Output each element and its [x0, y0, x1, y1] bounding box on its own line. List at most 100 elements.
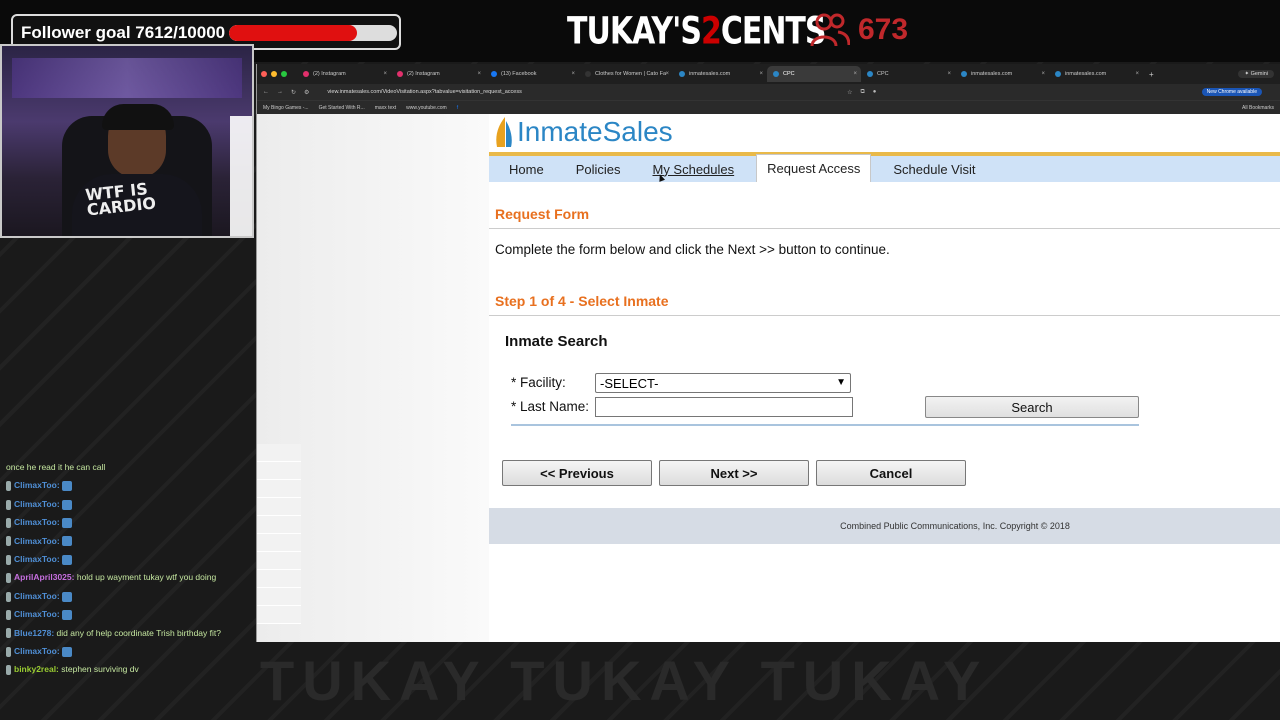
browser-tab[interactable]: (2) Instagram × — [297, 66, 391, 82]
browser-tab[interactable]: (2) Instagram × — [391, 66, 485, 82]
facebook-bookmark-icon[interactable]: f — [457, 105, 458, 111]
bookmarks-bar: My Bingo Games -... Get Started With R..… — [257, 100, 1280, 114]
chat-username[interactable]: ClimaxToo: — [14, 591, 60, 601]
copyright-text: Combined Public Communications, Inc. Cop… — [840, 521, 1070, 531]
nav-item-schedule-visit[interactable]: Schedule Visit — [883, 156, 985, 182]
extensions-icon[interactable]: ⧉ — [860, 89, 864, 96]
browser-tab[interactable]: (13) Facebook × — [485, 66, 579, 82]
bookmark-item[interactable]: Get Started With R... — [319, 105, 365, 111]
chat-message: Blue1278: did any of help coordinate Tri… — [6, 624, 254, 642]
search-divider — [511, 424, 1139, 426]
nav-item-request-access[interactable]: Request Access — [756, 154, 872, 182]
close-tab-icon[interactable]: × — [1135, 71, 1139, 77]
back-icon[interactable]: ← — [263, 89, 269, 95]
close-tab-icon[interactable]: × — [759, 71, 763, 77]
chat-username[interactable]: ClimaxToo: — [14, 517, 60, 527]
page-viewport: InmateSales Home Policies My Schedules Requ… — [257, 114, 1280, 642]
profile-icon[interactable]: ● — [873, 89, 877, 95]
browser-tab[interactable]: inmatesales.com × — [1049, 66, 1143, 82]
close-tab-icon[interactable]: × — [477, 71, 481, 77]
chat-emote-icon — [62, 554, 73, 565]
follower-goal-label: Follower goal 7612/10000 — [21, 23, 226, 42]
browser-tab[interactable]: inmatesales.com × — [673, 66, 767, 82]
new-tab-icon[interactable]: + — [1149, 70, 1154, 79]
tab-favicon-icon — [491, 71, 497, 77]
browser-tab[interactable]: CPC × — [861, 66, 955, 82]
follower-goal-progress-fill — [229, 25, 357, 41]
chat-badge-icon — [6, 481, 11, 492]
viewer-count-widget: 673 — [810, 12, 908, 48]
chat-username[interactable]: ClimaxToo: — [14, 609, 60, 619]
close-tab-icon[interactable]: × — [1041, 71, 1045, 77]
tab-favicon-icon — [867, 71, 873, 77]
chat-text: stephen surviving dv — [61, 664, 139, 675]
chat-username[interactable]: AprilApril3025: — [14, 572, 74, 582]
chat-badge-icon — [6, 628, 11, 639]
all-bookmarks-link[interactable]: All Bookmarks — [1242, 105, 1274, 111]
site-info-icon[interactable]: ⚙ — [304, 89, 309, 96]
gemini-label: Gemini — [1250, 71, 1268, 77]
chat-username[interactable]: binky2real: — [14, 664, 59, 674]
bookmark-item[interactable]: My Bingo Games -... — [263, 105, 309, 111]
bookmark-item[interactable]: www.youtube.com — [406, 105, 447, 111]
chat-badge-icon — [6, 591, 11, 602]
chat-emote-icon — [62, 499, 73, 510]
nav-item-policies[interactable]: Policies — [566, 156, 631, 182]
chat-emote-icon — [62, 517, 73, 528]
chat-message: ClimaxToo: — [6, 513, 254, 531]
chrome-update-button[interactable]: New Chrome available — [1201, 88, 1262, 96]
maximize-window-icon[interactable] — [281, 71, 287, 77]
gemini-button[interactable]: ✦ Gemini — [1238, 70, 1274, 78]
chat-text: did any of help coordinate Trish birthda… — [56, 627, 221, 638]
chat-message: once he read it he can call — [6, 458, 254, 476]
chat-message: ClimaxToo: — [6, 605, 254, 623]
chat-username[interactable]: ClimaxToo: — [14, 554, 60, 564]
minimize-window-icon[interactable] — [271, 71, 277, 77]
tab-label: CPC — [783, 71, 795, 77]
chat-username[interactable]: ClimaxToo: — [14, 536, 60, 546]
close-tab-icon[interactable]: × — [383, 71, 387, 77]
tab-label: (13) Facebook — [501, 71, 537, 77]
next-button[interactable]: Next >> — [659, 460, 809, 486]
tab-label: inmatesales.com — [971, 71, 1013, 77]
chat-username[interactable]: Blue1278: — [14, 628, 54, 638]
inmatesales-site: InmateSales Home Policies My Schedules Requ… — [489, 114, 1280, 544]
close-tab-icon[interactable]: × — [571, 71, 575, 77]
previous-button[interactable]: << Previous — [502, 460, 652, 486]
close-window-icon[interactable] — [261, 71, 267, 77]
logo-sales: Sales — [602, 116, 673, 147]
browser-tab[interactable]: CPC × — [767, 66, 861, 82]
chat-text: once he read it he can call — [6, 462, 106, 472]
chat-message: ClimaxToo: — [6, 642, 254, 660]
chat-message: AprilApril3025: hold up wayment tukay wt… — [6, 568, 254, 586]
cancel-button[interactable]: Cancel — [816, 460, 966, 486]
browser-tab[interactable]: inmatesales.com × — [955, 66, 1049, 82]
chat-badge-icon — [6, 665, 11, 676]
url-field[interactable]: view.inmatesales.com/VideoVisitation.asp… — [327, 89, 521, 95]
bookmark-star-icon[interactable]: ☆ — [847, 89, 852, 96]
tab-label: (2) Instagram — [313, 71, 346, 77]
window-controls — [261, 71, 287, 77]
brand-two: 2 — [700, 9, 722, 54]
bookmark-item[interactable]: maxx text — [375, 105, 396, 111]
close-tab-icon[interactable]: × — [853, 71, 857, 77]
search-button[interactable]: Search — [925, 396, 1139, 418]
chat-username[interactable]: ClimaxToo: — [14, 646, 60, 656]
tab-favicon-icon — [679, 71, 685, 77]
chat-username[interactable]: ClimaxToo: — [14, 480, 60, 490]
inmate-search-title: Inmate Search — [505, 333, 608, 350]
browser-tab[interactable]: Clothes for Women | Cato Fa × — [579, 66, 673, 82]
forward-icon[interactable]: → — [277, 89, 283, 95]
close-tab-icon[interactable]: × — [665, 71, 669, 77]
chat-message: ClimaxToo: — [6, 587, 254, 605]
inmatesales-logo[interactable]: InmateSales — [493, 114, 673, 150]
close-tab-icon[interactable]: × — [947, 71, 951, 77]
facility-select[interactable]: -SELECT- ▼ — [595, 373, 851, 393]
nav-item-home[interactable]: Home — [499, 156, 554, 182]
last-name-input[interactable] — [595, 397, 853, 417]
site-nav: Home Policies My Schedules Request Access Sc… — [489, 154, 1280, 182]
tab-label: Clothes for Women | Cato Fa — [595, 71, 667, 77]
reload-icon[interactable]: ↻ — [291, 89, 296, 96]
chat-username[interactable]: ClimaxToo: — [14, 499, 60, 509]
form-title: Request Form — [495, 206, 590, 222]
